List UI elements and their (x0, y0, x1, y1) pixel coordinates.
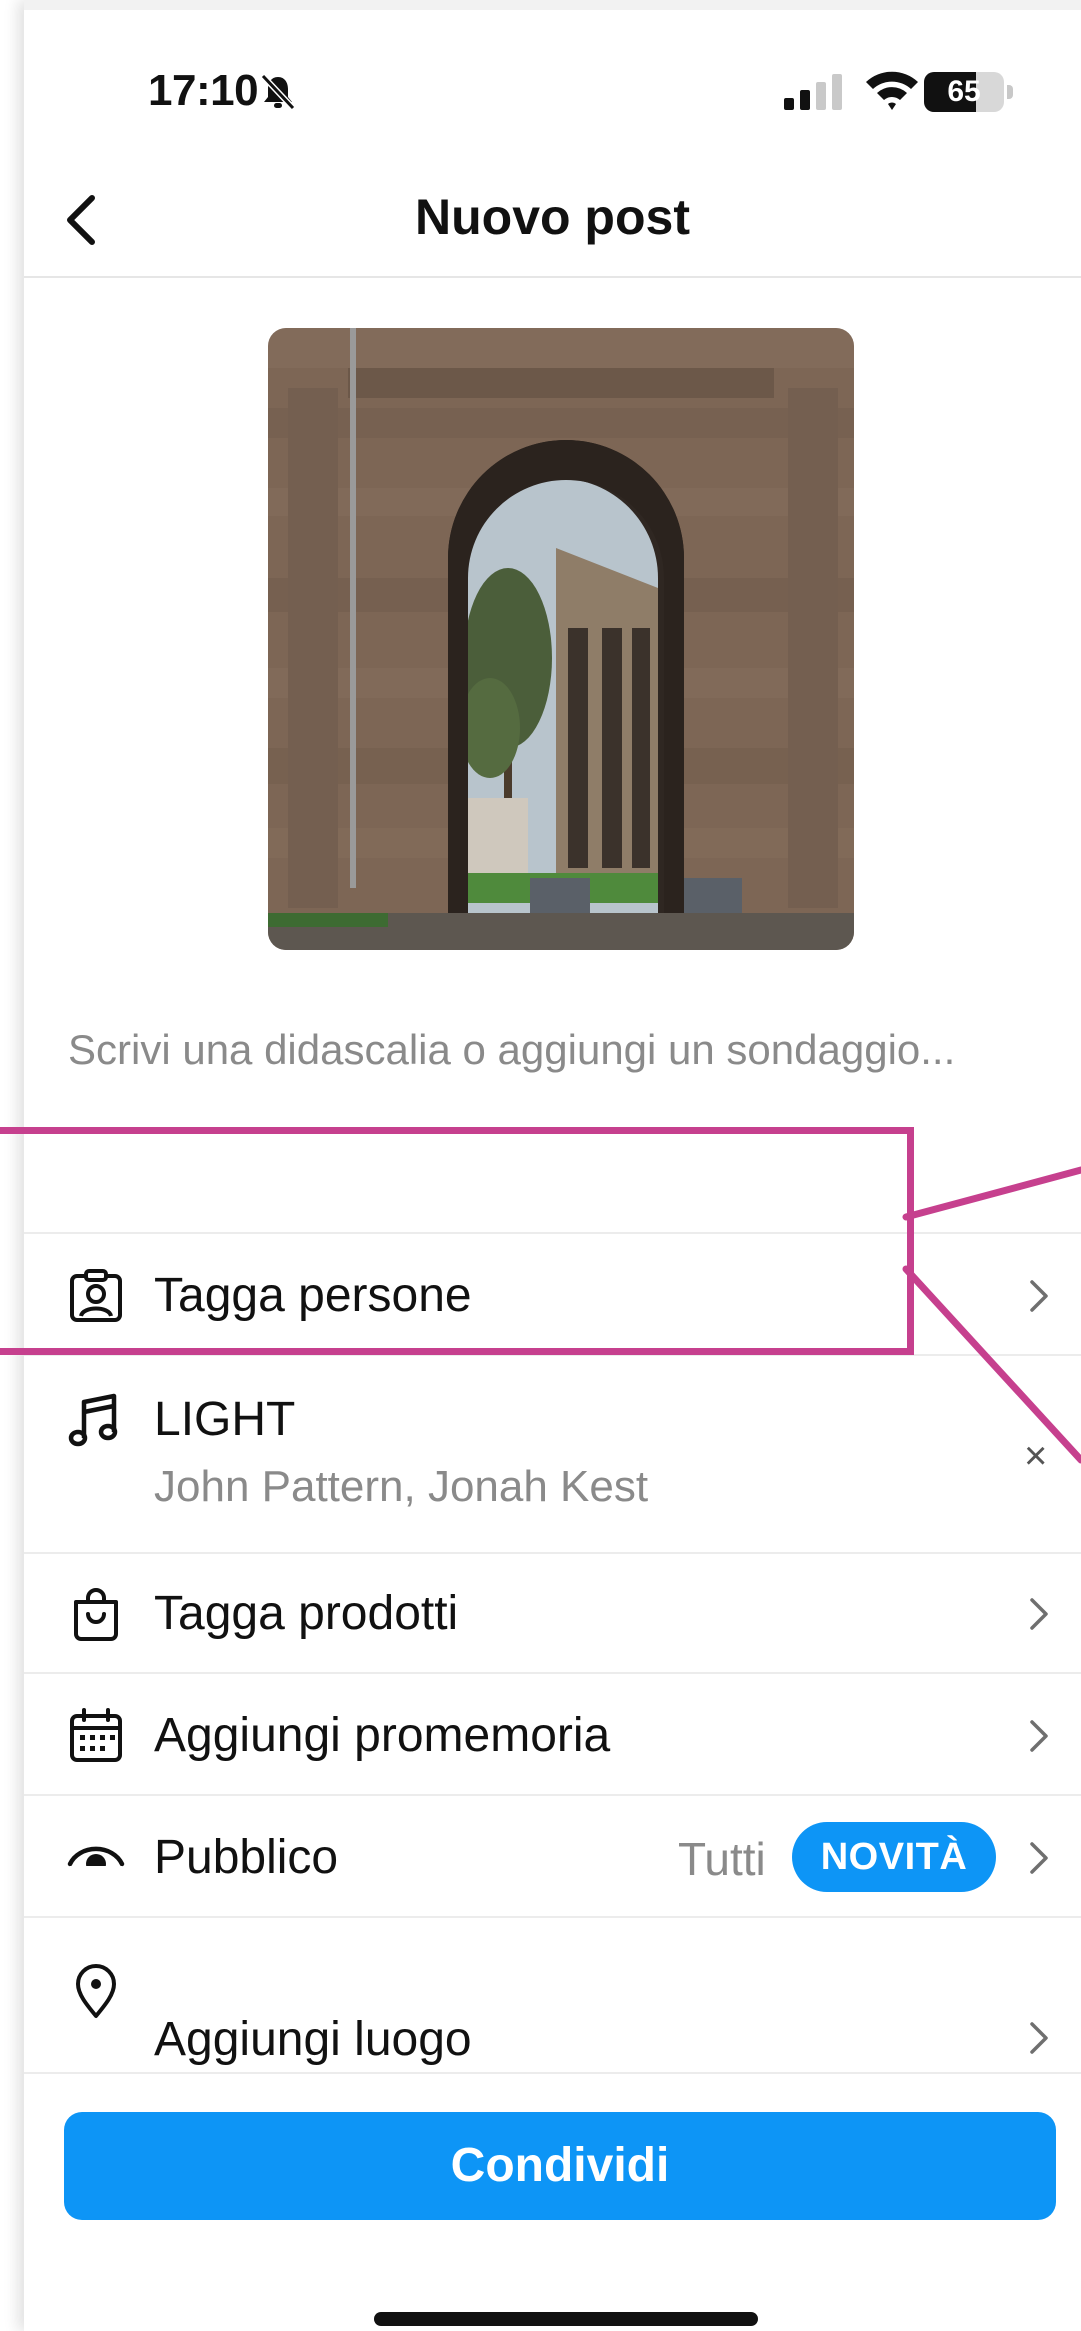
battery-percent: 65 (947, 75, 981, 108)
status-time: 17:10 (148, 66, 259, 115)
eye-icon (67, 1846, 125, 1882)
new-badge: NOVITÀ (792, 1822, 996, 1892)
muted-bell-icon (260, 73, 296, 111)
home-indicator (374, 2312, 758, 2326)
location-pin-icon (76, 1964, 116, 2018)
status-bar: 17:10 65 (24, 10, 1081, 160)
audience-value: Tutti (678, 1833, 766, 1885)
location-label: Aggiungi luogo (154, 2013, 472, 2066)
music-artists: John Pattern, Jonah Kest (154, 1462, 649, 1511)
remove-music-button[interactable]: × (1024, 1434, 1047, 1479)
post-photo-preview[interactable] (268, 328, 854, 950)
shopping-bag-icon (74, 1588, 118, 1641)
chevron-right-icon (1030, 2022, 1048, 2054)
chevron-right-icon (1030, 1842, 1048, 1874)
reminder-row[interactable]: Aggiungi promemoria (24, 1672, 1081, 1794)
share-divider (24, 2072, 1081, 2074)
share-button[interactable]: Condividi (64, 2112, 1056, 2220)
annotation-highlight-box (0, 1127, 914, 1355)
calendar-icon (70, 1708, 122, 1762)
audience-row[interactable]: Pubblico Tutti NOVITÀ (24, 1794, 1081, 1916)
header: Nuovo post (24, 160, 1081, 278)
battery-icon: 65 (924, 72, 1014, 112)
cellular-signal-icon (784, 74, 842, 110)
page-title: Nuovo post (415, 189, 690, 245)
music-title: LIGHT (154, 1393, 296, 1446)
tag-products-row[interactable]: Tagga prodotti (24, 1552, 1081, 1672)
chevron-right-icon (1030, 1280, 1048, 1312)
music-note-icon (68, 1393, 118, 1447)
chevron-right-icon (1030, 1598, 1048, 1630)
wifi-icon (866, 71, 918, 110)
caption-input[interactable]: Scrivi una didascalia o aggiungi un sond… (68, 1020, 1048, 1080)
tag-products-label: Tagga prodotti (154, 1587, 459, 1640)
audience-label: Pubblico (154, 1831, 339, 1884)
archway-photo (268, 328, 854, 950)
location-row[interactable]: Aggiungi luogo (24, 1916, 1081, 2072)
chevron-right-icon (1030, 1720, 1048, 1752)
reminder-label: Aggiungi promemoria (154, 1709, 611, 1762)
music-row[interactable]: LIGHT John Pattern, Jonah Kest × (24, 1354, 1081, 1552)
